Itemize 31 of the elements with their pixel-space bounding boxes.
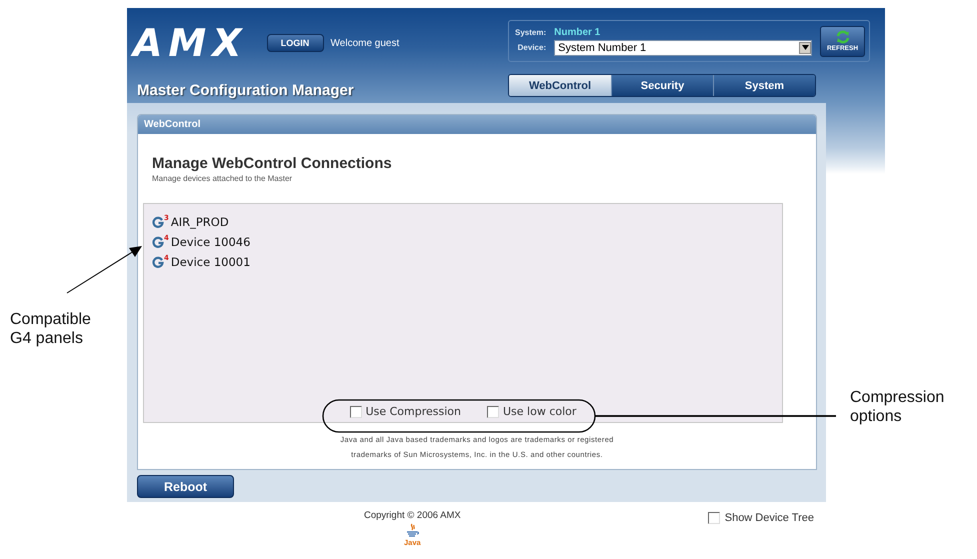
logo: AMX xyxy=(133,24,248,62)
callout-label: Compression options xyxy=(850,388,946,426)
device-name[interactable]: Device 10046 xyxy=(170,235,250,249)
tab[interactable]: Security xyxy=(611,75,713,96)
login-button[interactable]: LOGIN xyxy=(266,34,324,52)
device-name[interactable]: AIR_PROD xyxy=(170,215,229,229)
panel-icon xyxy=(152,256,164,268)
checkbox[interactable] xyxy=(350,406,362,418)
reboot-button[interactable]: Reboot xyxy=(137,475,234,498)
app-title: Master Configuration Manager xyxy=(137,82,354,99)
option-label[interactable]: Use Compression xyxy=(366,405,461,418)
panel-header: WebControl xyxy=(138,115,816,134)
welcome-text: Welcome guest xyxy=(330,38,400,48)
tab[interactable]: WebControl xyxy=(509,75,611,96)
panel-icon xyxy=(152,236,164,248)
checkbox[interactable] xyxy=(487,406,499,418)
device-dropdown[interactable]: System Number 1 xyxy=(554,40,812,56)
tab[interactable]: System xyxy=(713,75,815,96)
option-label[interactable]: Show Device Tree xyxy=(724,512,814,524)
field-label: System: xyxy=(515,28,546,36)
callout-label: Compatible G4 panels xyxy=(10,310,92,348)
copyright-text: Copyright © 2006 AMX xyxy=(364,510,461,521)
section-subtitle: Manage devices attached to the Master xyxy=(152,174,294,183)
system-name: Number 1 xyxy=(554,26,602,38)
option-label[interactable]: Use low color xyxy=(503,405,576,418)
checkbox[interactable] xyxy=(708,512,720,524)
panel-icon xyxy=(152,216,164,228)
refresh-icon xyxy=(834,30,850,44)
section-title: Manage WebControl Connections xyxy=(152,155,393,172)
field-label: Device: xyxy=(516,43,546,52)
device-name[interactable]: Device 10001 xyxy=(170,255,250,269)
